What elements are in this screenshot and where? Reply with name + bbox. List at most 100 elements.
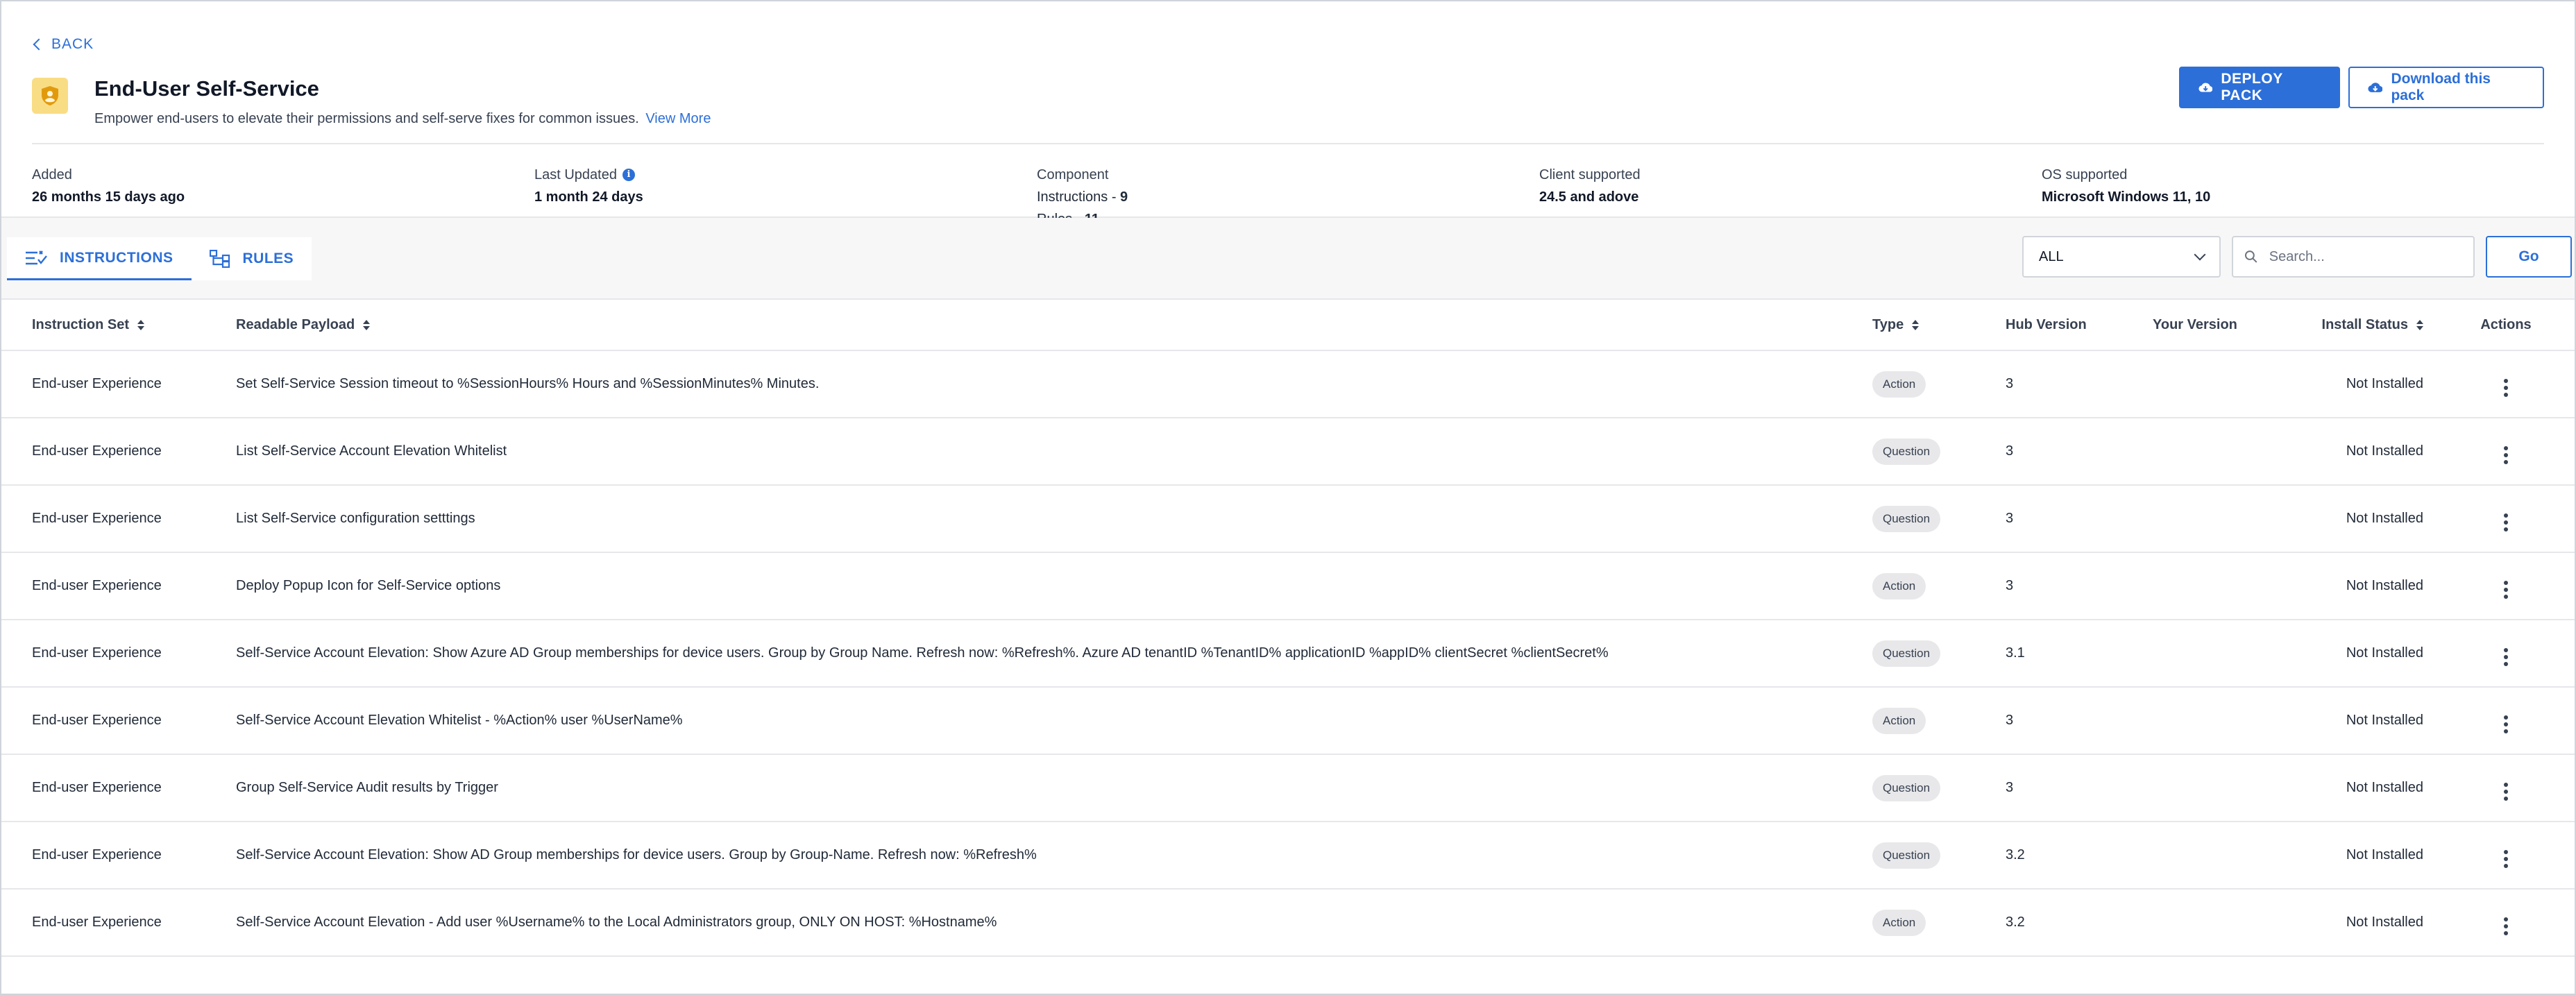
kebab-icon[interactable] (2499, 513, 2513, 531)
cell-payload: List Self-Service configuration settting… (236, 485, 1872, 553)
cell-hub-version: 3 (2006, 350, 2153, 418)
cell-your-version (2153, 754, 2279, 822)
cell-hub-version: 3.2 (2006, 889, 2153, 957)
cell-type: Action (1872, 350, 2006, 418)
page-title: End-User Self-Service (94, 76, 319, 101)
tab-label: INSTRUCTIONS (60, 249, 173, 266)
column-header-hub-version: Hub Version (2006, 300, 2153, 351)
table-row[interactable]: End-user Experience List Self-Service con… (1, 485, 2575, 553)
table-filters: ALL Go (2022, 236, 2572, 278)
chevron-down-icon (2194, 248, 2206, 261)
cloud-download-icon (2198, 83, 2213, 92)
cell-actions (2437, 485, 2575, 553)
back-link[interactable]: BACK (32, 35, 2544, 54)
cell-type: Question (1872, 418, 2006, 486)
pack-description: Empower end-users to elevate their permi… (94, 111, 711, 127)
table-row[interactable]: End-user Experience Self-Service Account … (1, 822, 2575, 890)
back-label: BACK (51, 36, 94, 52)
cell-hub-version: 3 (2006, 754, 2153, 822)
cell-type: Question (1872, 485, 2006, 553)
type-filter-select[interactable]: ALL (2022, 236, 2221, 278)
cell-actions (2437, 350, 2575, 418)
cell-type: Question (1872, 822, 2006, 890)
cell-install-status: Not Installed (2279, 350, 2437, 418)
sort-icon (2416, 320, 2423, 330)
cell-actions (2437, 552, 2575, 620)
cell-hub-version: 3.2 (2006, 822, 2153, 890)
cell-install-status: Not Installed (2279, 889, 2437, 957)
meta-value: 24.5 and adove (1539, 189, 1639, 205)
table-row[interactable]: End-user Experience Self-Service Account … (1, 687, 2575, 755)
search-input[interactable] (2267, 248, 2462, 266)
cell-payload: Self-Service Account Elevation: Show AD … (236, 822, 1872, 890)
cell-hub-version: 3 (2006, 552, 2153, 620)
download-pack-label: Download this pack (2391, 71, 2491, 103)
kebab-icon[interactable] (2499, 648, 2513, 666)
cell-hub-version: 3.1 (2006, 620, 2153, 688)
cell-payload: Self-Service Account Elevation Whitelist… (236, 687, 1872, 755)
table-row[interactable]: End-user Experience Group Self-Service Au… (1, 754, 2575, 822)
cell-payload: Group Self-Service Audit results by Trig… (236, 754, 1872, 822)
cell-type: Question (1872, 754, 2006, 822)
cell-your-version (2153, 822, 2279, 890)
cell-instruction-set: End-user Experience (1, 552, 236, 620)
column-header-your-version: Your Version (2153, 300, 2279, 351)
select-value: ALL (2039, 248, 2064, 264)
meta-value: Microsoft Windows 11, 10 (2042, 189, 2211, 205)
type-badge: Question (1872, 505, 1941, 532)
type-badge: Action (1872, 371, 1926, 398)
cell-install-status: Not Installed (2279, 754, 2437, 822)
type-badge: Question (1872, 842, 1941, 869)
kebab-icon[interactable] (2499, 783, 2513, 801)
column-header-install-status[interactable]: Install Status (2279, 300, 2437, 351)
tab-bar: INSTRUCTIONS RULES (7, 237, 312, 280)
column-header-actions: Actions (2437, 300, 2575, 351)
cell-hub-version: 3 (2006, 687, 2153, 755)
cell-actions (2437, 418, 2575, 486)
column-header-type[interactable]: Type (1872, 300, 2006, 351)
view-more-link[interactable]: View More (645, 111, 711, 126)
instructions-table: Instruction Set Readable Payload Type Hu… (1, 300, 2575, 957)
kebab-icon[interactable] (2499, 446, 2513, 464)
kebab-icon[interactable] (2499, 850, 2513, 868)
tab-instructions[interactable]: INSTRUCTIONS (7, 237, 192, 280)
column-header-payload[interactable]: Readable Payload (236, 300, 1872, 351)
instructions-count-line: Instructions - 9 (1037, 189, 1128, 205)
cell-your-version (2153, 418, 2279, 486)
type-badge: Question (1872, 640, 1941, 667)
tab-rules[interactable]: RULES (191, 237, 312, 280)
cell-type: Action (1872, 687, 2006, 755)
description-text: Empower end-users to elevate their permi… (94, 111, 639, 126)
table-row[interactable]: End-user Experience Deploy Popup Icon for… (1, 552, 2575, 620)
kebab-icon[interactable] (2499, 917, 2513, 935)
table-header-row: Instruction Set Readable Payload Type Hu… (1, 300, 2575, 351)
cell-install-status: Not Installed (2279, 418, 2437, 486)
column-header-instruction-set[interactable]: Instruction Set (1, 300, 236, 351)
cell-payload: List Self-Service Account Elevation Whit… (236, 418, 1872, 486)
deploy-pack-button[interactable]: DEPLOY PACK (2179, 67, 2340, 108)
cell-actions (2437, 889, 2575, 957)
table-row[interactable]: End-user Experience Self-Service Account … (1, 620, 2575, 688)
table-toolbar: INSTRUCTIONS RULES ALL Go (1, 218, 2575, 300)
kebab-icon[interactable] (2499, 379, 2513, 397)
cell-your-version (2153, 889, 2279, 957)
type-badge: Question (1872, 438, 1941, 465)
download-pack-button[interactable]: Download this pack (2348, 67, 2544, 108)
cell-instruction-set: End-user Experience (1, 822, 236, 890)
info-icon[interactable]: i (622, 169, 635, 181)
cloud-download-icon (2368, 83, 2383, 92)
chevron-left-icon (33, 38, 45, 51)
cell-actions (2437, 754, 2575, 822)
table-row[interactable]: End-user Experience Self-Service Account … (1, 889, 2575, 957)
cell-your-version (2153, 552, 2279, 620)
cell-type: Question (1872, 620, 2006, 688)
kebab-icon[interactable] (2499, 581, 2513, 599)
kebab-icon[interactable] (2499, 715, 2513, 733)
cell-payload: Self-Service Account Elevation - Add use… (236, 889, 1872, 957)
cell-payload: Set Self-Service Session timeout to %Ses… (236, 350, 1872, 418)
table-row[interactable]: End-user Experience Set Self-Service Sess… (1, 350, 2575, 418)
pack-header: BACK End-User Self-Service Empower end-u… (1, 1, 2575, 227)
table-row[interactable]: End-user Experience List Self-Service Acc… (1, 418, 2575, 486)
go-button[interactable]: Go (2486, 236, 2572, 278)
meta-value: 1 month 24 days (534, 189, 643, 205)
